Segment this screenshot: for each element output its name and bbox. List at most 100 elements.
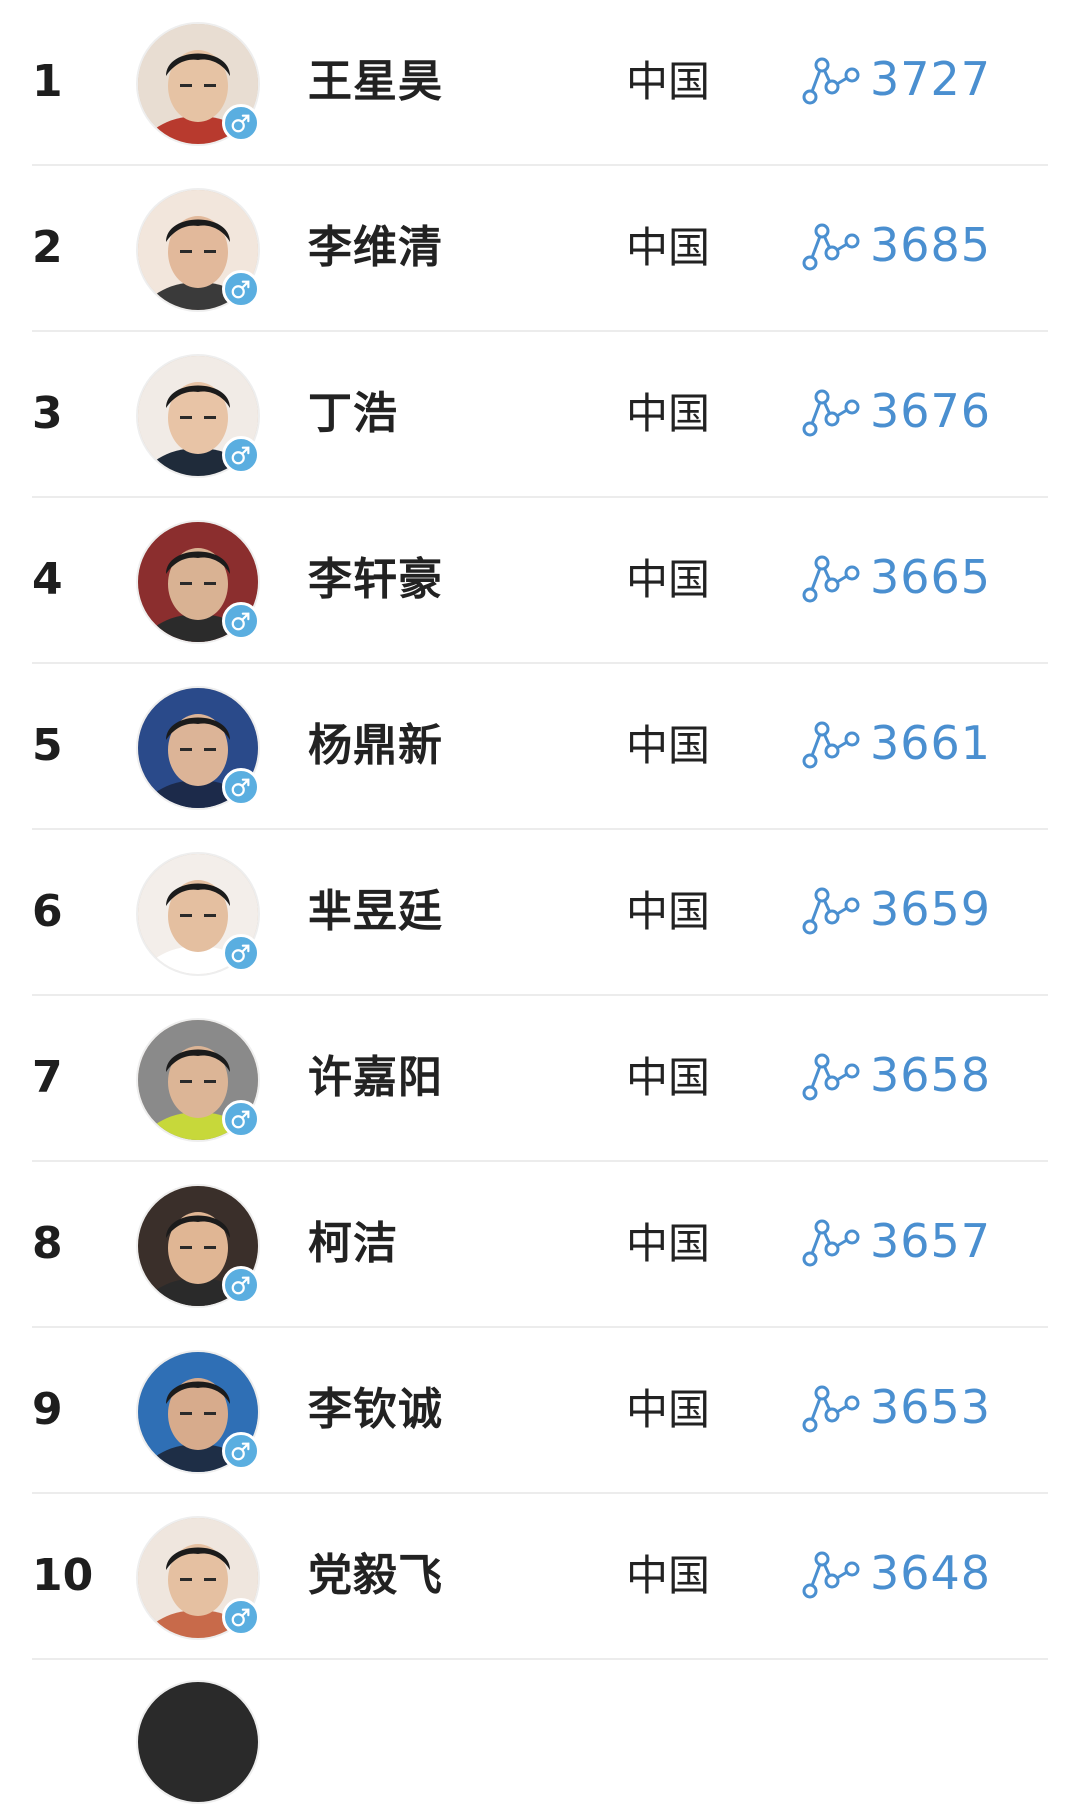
avatar[interactable] — [136, 1516, 260, 1640]
gender-badge — [222, 934, 260, 972]
rating-value[interactable]: 3659 — [870, 879, 991, 939]
male-icon — [231, 944, 250, 963]
trend-chart-icon[interactable] — [802, 883, 860, 935]
rank-number: 5 — [32, 720, 63, 771]
player-name[interactable]: 王星昊 — [308, 50, 443, 114]
player-name[interactable]: 芈昱廷 — [308, 880, 443, 944]
rating-link[interactable]: 3648 — [802, 1538, 991, 1608]
rating-link[interactable]: 3657 — [802, 1206, 991, 1276]
player-country: 中国 — [626, 1219, 711, 1268]
avatar[interactable] — [136, 22, 260, 146]
rank-number: 3 — [32, 388, 63, 439]
rating-link[interactable]: 3727 — [802, 44, 991, 114]
player-country: 中国 — [626, 721, 711, 770]
male-icon — [231, 1442, 250, 1461]
gender-badge — [222, 1432, 260, 1470]
player-name[interactable]: 李轩豪 — [308, 548, 443, 612]
player-row[interactable]: 10 党毅飞 中国 3648 — [32, 1494, 1048, 1660]
rank-number: 9 — [32, 1384, 63, 1435]
rating-value[interactable]: 3648 — [870, 1543, 991, 1603]
rating-value[interactable]: 3657 — [870, 1211, 991, 1271]
rank-number: 6 — [32, 886, 63, 937]
player-country: 中国 — [626, 1053, 711, 1102]
gender-badge — [222, 1598, 260, 1636]
avatar[interactable] — [136, 520, 260, 644]
avatar[interactable] — [136, 686, 260, 810]
gender-badge — [222, 104, 260, 142]
gender-badge — [222, 270, 260, 308]
gender-badge — [222, 768, 260, 806]
player-row[interactable]: 2 李维清 中国 3685 — [32, 166, 1048, 332]
player-row[interactable]: 5 杨鼎新 中国 3661 — [32, 664, 1048, 830]
rank-number: 4 — [32, 554, 63, 605]
male-icon — [231, 280, 250, 299]
player-row-partial[interactable] — [32, 1660, 1048, 1804]
trend-chart-icon[interactable] — [802, 1547, 860, 1599]
player-name[interactable]: 许嘉阳 — [308, 1046, 443, 1110]
rating-link[interactable]: 3685 — [802, 210, 991, 280]
player-row[interactable]: 8 柯洁 中国 3657 — [32, 1162, 1048, 1328]
trend-chart-icon[interactable] — [802, 1381, 860, 1433]
gender-badge — [222, 1266, 260, 1304]
player-row[interactable]: 7 许嘉阳 中国 3658 — [32, 996, 1048, 1162]
rating-value[interactable]: 3676 — [870, 381, 991, 441]
player-country: 中国 — [626, 1551, 711, 1600]
avatar[interactable] — [136, 354, 260, 478]
rank-number: 8 — [32, 1218, 63, 1269]
male-icon — [231, 1608, 250, 1627]
ranking-list: 1 王星昊 中国 3727 2 李维清 中国 3685 3 丁浩 中国 3676 4 李轩豪 中国 3665 5… — [0, 0, 1080, 1804]
player-row[interactable]: 6 芈昱廷 中国 3659 — [32, 830, 1048, 996]
avatar[interactable] — [136, 188, 260, 312]
player-country: 中国 — [626, 389, 711, 438]
player-name[interactable]: 丁浩 — [308, 382, 398, 446]
trend-chart-icon[interactable] — [802, 1215, 860, 1267]
avatar[interactable] — [136, 1184, 260, 1308]
rating-link[interactable]: 3653 — [802, 1372, 991, 1442]
player-name[interactable]: 杨鼎新 — [308, 714, 443, 778]
rating-value[interactable]: 3658 — [870, 1045, 991, 1105]
avatar[interactable] — [136, 1350, 260, 1474]
rating-value[interactable]: 3685 — [870, 215, 991, 275]
player-country: 中国 — [626, 887, 711, 936]
male-icon — [231, 1276, 250, 1295]
rank-number: 1 — [32, 56, 63, 107]
gender-badge — [222, 436, 260, 474]
trend-chart-icon[interactable] — [802, 53, 860, 105]
gender-badge — [222, 1100, 260, 1138]
gender-badge — [222, 602, 260, 640]
player-name[interactable]: 党毅飞 — [308, 1544, 443, 1608]
rating-link[interactable]: 3661 — [802, 708, 991, 778]
trend-chart-icon[interactable] — [802, 1049, 860, 1101]
avatar[interactable] — [136, 1680, 260, 1804]
trend-chart-icon[interactable] — [802, 551, 860, 603]
player-name[interactable]: 李钦诚 — [308, 1378, 443, 1442]
rating-link[interactable]: 3658 — [802, 1040, 991, 1110]
trend-chart-icon[interactable] — [802, 219, 860, 271]
male-icon — [231, 778, 250, 797]
player-row[interactable]: 4 李轩豪 中国 3665 — [32, 498, 1048, 664]
player-country: 中国 — [626, 1385, 711, 1434]
rating-value[interactable]: 3653 — [870, 1377, 991, 1437]
player-row[interactable]: 9 李钦诚 中国 3653 — [32, 1328, 1048, 1494]
trend-chart-icon[interactable] — [802, 385, 860, 437]
rating-link[interactable]: 3676 — [802, 376, 991, 446]
player-name[interactable]: 柯洁 — [308, 1212, 398, 1276]
male-icon — [231, 114, 250, 133]
male-icon — [231, 1110, 250, 1129]
trend-chart-icon[interactable] — [802, 717, 860, 769]
avatar[interactable] — [136, 1018, 260, 1142]
rating-value[interactable]: 3727 — [870, 49, 991, 109]
player-name[interactable]: 李维清 — [308, 216, 443, 280]
rating-link[interactable]: 3665 — [802, 542, 991, 612]
rating-value[interactable]: 3665 — [870, 547, 991, 607]
male-icon — [231, 446, 250, 465]
player-country: 中国 — [626, 555, 711, 604]
male-icon — [231, 612, 250, 631]
player-row[interactable]: 1 王星昊 中国 3727 — [32, 0, 1048, 166]
player-row[interactable]: 3 丁浩 中国 3676 — [32, 332, 1048, 498]
rating-value[interactable]: 3661 — [870, 713, 991, 773]
rank-number: 10 — [32, 1550, 94, 1601]
avatar[interactable] — [136, 852, 260, 976]
rating-link[interactable]: 3659 — [802, 874, 991, 944]
player-country: 中国 — [626, 223, 711, 272]
